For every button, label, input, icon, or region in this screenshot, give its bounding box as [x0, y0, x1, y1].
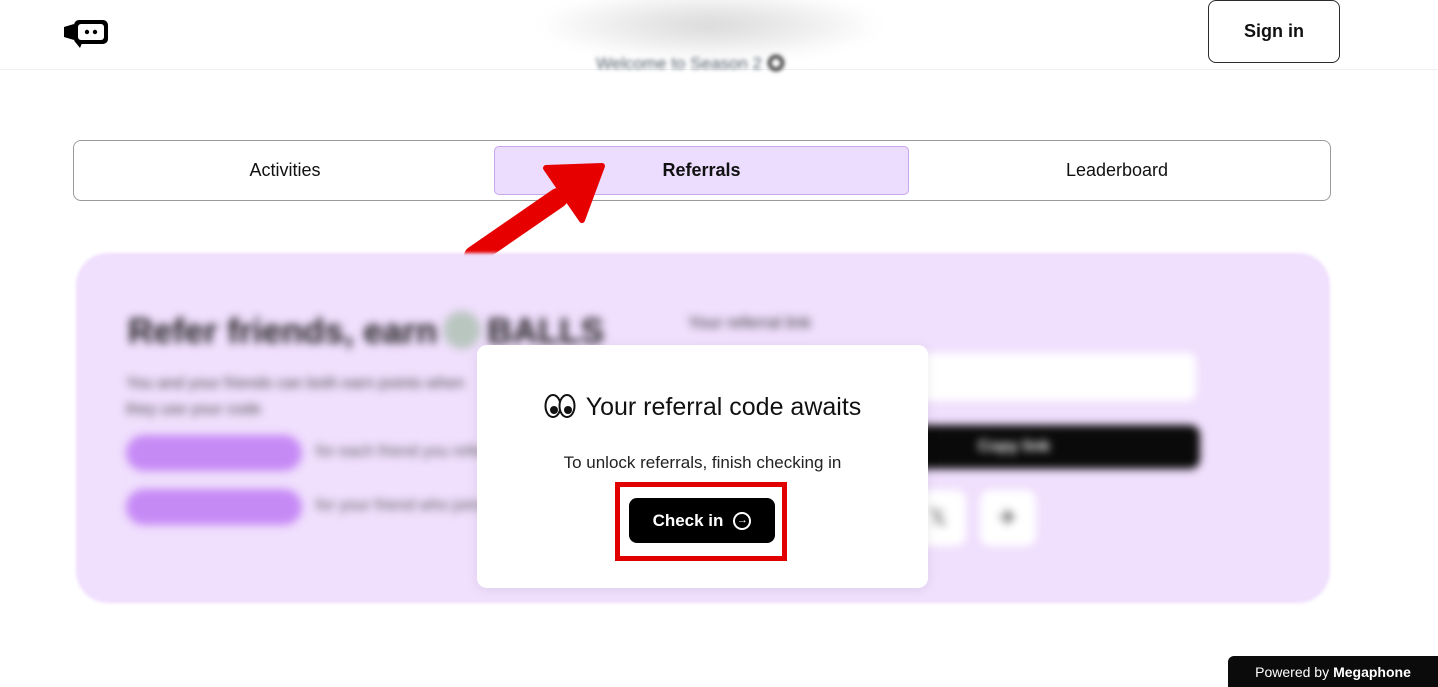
panel-description: You and your friends can both earn point…	[126, 375, 465, 418]
check-in-label: Check in	[652, 510, 724, 530]
check-in-button[interactable]: Check in →	[629, 498, 775, 543]
welcome-text: Welcome to Season 2	[596, 54, 784, 74]
reward-text: for your friend who joins	[316, 497, 486, 514]
section-tabs: Activities Referrals Leaderboard	[73, 140, 1331, 201]
top-header: Welcome to Season 2 Sign in	[0, 0, 1438, 73]
powered-by-badge[interactable]: Powered by Megaphone	[1228, 656, 1438, 687]
megaphone-logo-icon[interactable]	[62, 15, 112, 49]
blurred-header-banner	[540, 0, 880, 60]
powered-by-brand: Megaphone	[1333, 663, 1411, 680]
globe-icon	[768, 55, 784, 71]
modal-title: Your referral code awaits	[477, 393, 928, 422]
tab-activities[interactable]: Activities	[78, 146, 492, 195]
referral-locked-modal: Your referral code awaits To unlock refe…	[477, 345, 928, 588]
powered-by-prefix: Powered by	[1255, 663, 1330, 680]
reward-text: for each friend you refer	[316, 443, 486, 460]
modal-subtitle: To unlock referrals, finish checking in	[563, 453, 842, 472]
page: Welcome to Season 2 Sign in Activities R…	[0, 0, 1438, 687]
reward-pill	[126, 489, 302, 525]
reward-pill	[126, 435, 302, 471]
coin-icon	[443, 311, 482, 349]
arrow-right-circle-icon: →	[733, 511, 752, 530]
sign-in-button[interactable]: Sign in	[1208, 0, 1340, 63]
referral-link-label: Your referral link	[688, 313, 812, 332]
eyes-icon	[544, 394, 576, 418]
share-telegram-icon[interactable]: ✈	[980, 490, 1036, 546]
tab-leaderboard[interactable]: Leaderboard	[910, 146, 1324, 195]
